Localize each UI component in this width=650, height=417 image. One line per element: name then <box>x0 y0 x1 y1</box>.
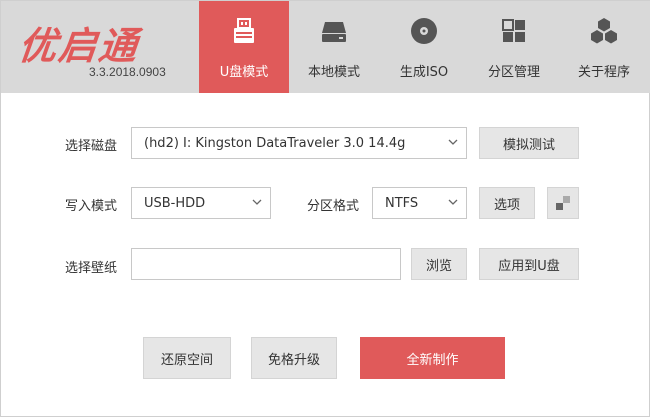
hard-drive-icon <box>318 15 350 47</box>
chevron-down-icon <box>448 139 458 145</box>
tab-usb-mode[interactable]: U盘模式 <box>199 1 289 93</box>
upgrade-without-format-button[interactable]: 免格升级 <box>251 337 337 379</box>
chevron-down-icon <box>448 199 458 205</box>
disk-label: 选择磁盘 <box>65 139 118 154</box>
grid-squares-icon <box>556 196 570 210</box>
tab-local-mode[interactable]: 本地模式 <box>289 1 379 93</box>
app-window: 优启通 3.3.2018.0903 U盘模式 本地模式 生成ISO 分区管理 关… <box>0 0 650 417</box>
tab-label: 生成ISO <box>399 65 449 80</box>
tab-label: 本地模式 <box>307 65 360 80</box>
write-mode-select[interactable]: USB-HDD <box>131 187 271 219</box>
brand: 优启通 3.3.2018.0903 <box>15 11 195 87</box>
mode-tabs: U盘模式 本地模式 生成ISO 分区管理 关于程序 <box>199 1 649 93</box>
new-create-button[interactable]: 全新制作 <box>360 337 505 379</box>
options-button[interactable]: 选项 <box>479 187 535 219</box>
advanced-settings-button[interactable] <box>547 187 579 219</box>
simulate-test-button[interactable]: 模拟测试 <box>479 127 579 159</box>
wallpaper-path-input[interactable] <box>131 248 401 280</box>
usb-drive-icon <box>228 15 260 47</box>
chevron-down-icon <box>252 199 262 205</box>
wallpaper-label: 选择壁纸 <box>65 261 118 276</box>
partition-format-value: NTFS <box>385 195 419 211</box>
apply-to-usb-button[interactable]: 应用到U盘 <box>479 248 579 280</box>
disk-select-value: (hd2) I: Kingston DataTraveler 3.0 14.4g <box>144 135 406 151</box>
tab-label: U盘模式 <box>219 65 269 80</box>
tab-partition-manage[interactable]: 分区管理 <box>469 1 559 93</box>
browse-button[interactable]: 浏览 <box>411 248 467 280</box>
partition-format-select[interactable]: NTFS <box>372 187 467 219</box>
tab-label: 关于程序 <box>577 65 630 80</box>
cubes-icon <box>588 15 620 47</box>
tab-about[interactable]: 关于程序 <box>559 1 649 93</box>
restore-space-button[interactable]: 还原空间 <box>143 337 231 379</box>
tab-label: 分区管理 <box>487 65 540 80</box>
write-mode-label: 写入模式 <box>65 199 118 214</box>
disc-icon <box>408 15 440 47</box>
write-mode-value: USB-HDD <box>144 195 206 211</box>
header-bar: 优启通 3.3.2018.0903 U盘模式 本地模式 生成ISO 分区管理 关… <box>1 1 650 93</box>
version-label: 3.3.2018.0903 <box>89 65 166 79</box>
brand-logo: 优启通 <box>16 24 141 68</box>
partition-grid-icon <box>498 15 530 47</box>
disk-select[interactable]: (hd2) I: Kingston DataTraveler 3.0 14.4g <box>131 127 467 159</box>
tab-generate-iso[interactable]: 生成ISO <box>379 1 469 93</box>
partition-format-label: 分区格式 <box>307 199 360 214</box>
